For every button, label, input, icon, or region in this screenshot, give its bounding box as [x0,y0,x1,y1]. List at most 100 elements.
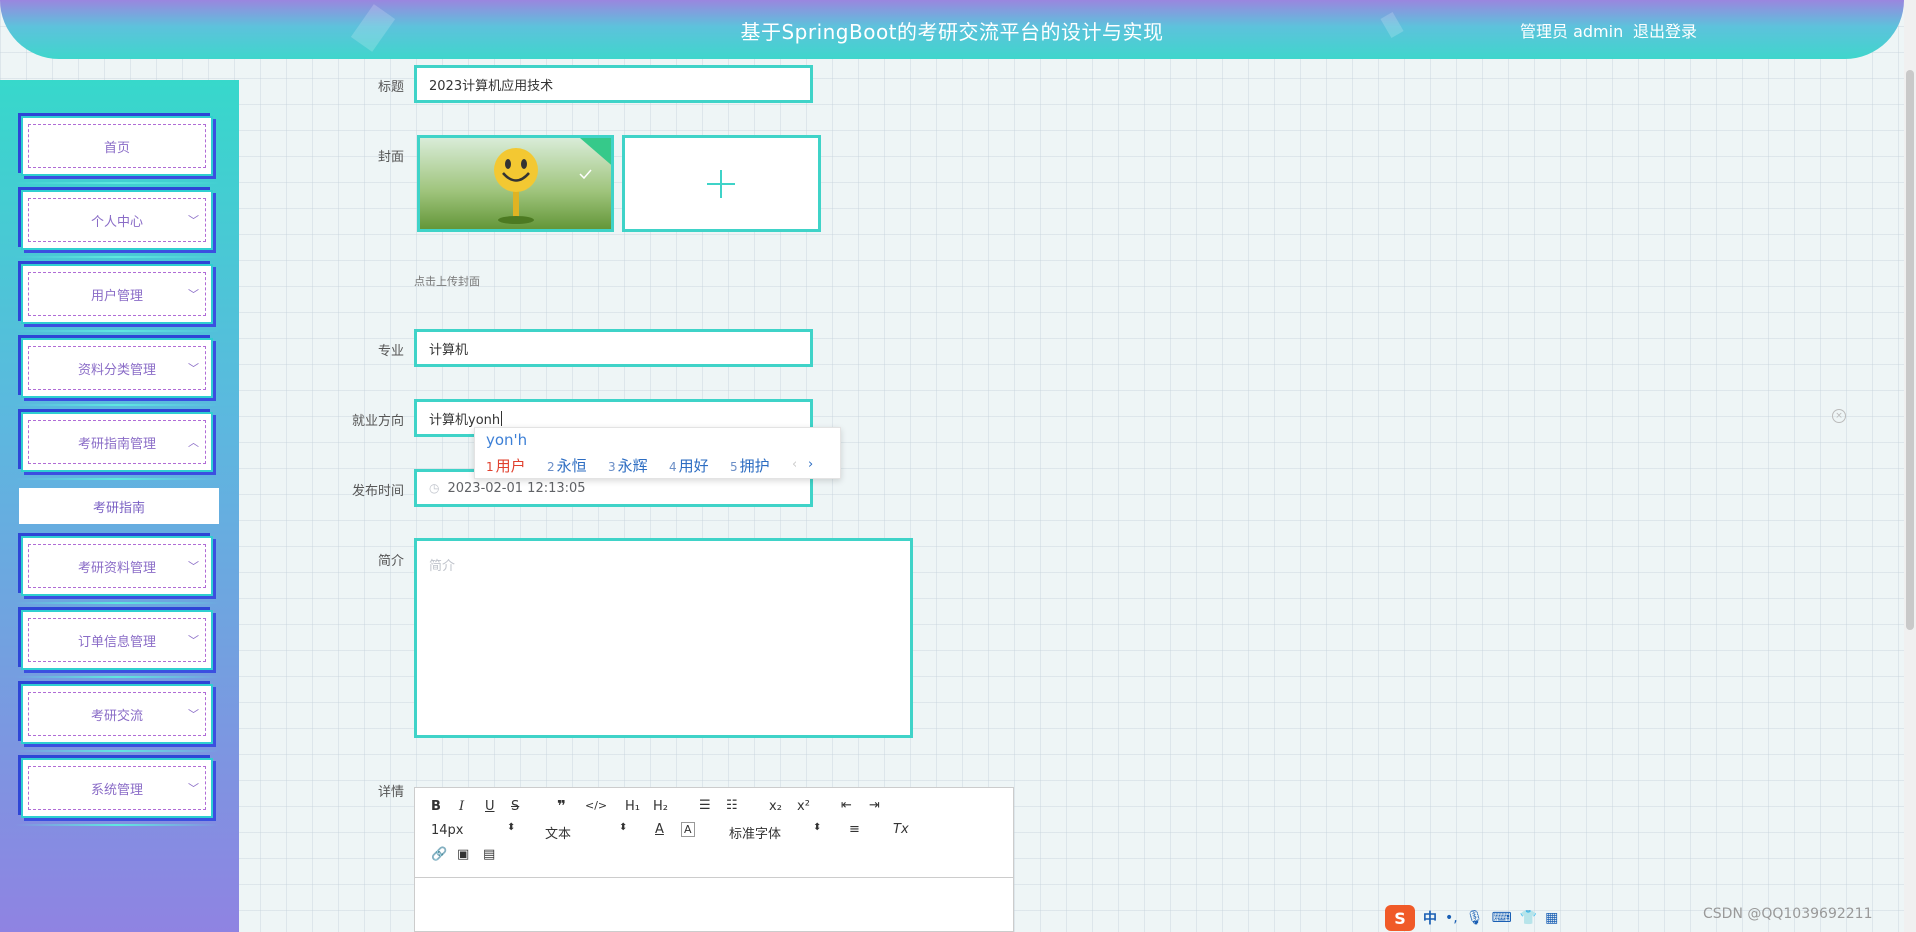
rich-text-editor[interactable]: B I U S ❞ </> H₁ H₂ ☰ ☷ x₂ x² ⇤ ⇥ 14px ⬍… [414,787,1014,932]
direction-label: 就业方向 [351,414,404,429]
publish-label: 发布时间 [351,484,404,499]
upload-hint: 点击上传封面 [414,275,480,288]
detail-label: 详情 [377,785,404,800]
sidebar-item-users[interactable]: 用户管理 ﹀ [15,264,219,332]
menu-divider [15,750,219,752]
text-cursor [501,410,503,426]
indent-icon[interactable]: ⇥ [869,798,880,813]
bullet-list-icon[interactable]: ☷ [726,798,738,813]
menu-divider [15,602,219,604]
menu-divider [15,330,219,332]
heading2-icon[interactable]: H₂ [653,799,668,814]
ime-candidate[interactable]: 1 用户 [486,455,526,476]
sidebar-item-label: 首页 [103,140,130,156]
menu-divider [15,182,219,184]
sidebar-item-label: 资料分类管理 [77,362,156,378]
clock-icon: ◷ [429,481,440,495]
punctuation-icon[interactable]: •, [1445,910,1458,926]
skin-icon[interactable]: 👕 [1520,910,1537,926]
current-user: 管理员 admin [1520,22,1624,41]
menu-divider [15,824,219,826]
intro-textarea[interactable]: 简介 [414,538,913,738]
underline-icon[interactable]: U [485,799,495,814]
ime-composition: yon'h [486,431,528,449]
paragraph-select[interactable]: 文本 [545,823,571,842]
sogou-logo[interactable]: S [1385,905,1415,931]
logout-link[interactable]: 退出登录 [1633,18,1697,42]
ime-candidate[interactable]: 4 用好 [669,455,709,476]
grid-icon[interactable]: ▦ [1545,910,1558,926]
bold-icon[interactable]: B [431,799,441,814]
clear-format-icon[interactable]: Tx [893,822,909,837]
ime-candidate[interactable]: 5 拥护 [730,455,770,476]
italic-icon[interactable]: I [459,799,464,814]
submenu-item-guide[interactable]: 考研指南 [19,488,219,524]
font-color-icon[interactable]: A [655,822,664,837]
outdent-icon[interactable]: ⇤ [841,798,852,813]
upload-button[interactable] [622,135,821,232]
sidebar-item-home[interactable]: 首页 [15,116,219,184]
ime-candidate-popup: yon'h 1 用户 2 永恒 3 永辉 4 用好 5 拥护 ‹ › [474,427,841,479]
ime-candidate[interactable]: 3 永辉 [608,455,648,476]
intro-label: 简介 [377,554,404,569]
major-label: 专业 [377,344,404,359]
keyboard-icon[interactable]: ⌨ [1492,910,1512,926]
cover-label: 封面 [377,150,404,165]
code-icon[interactable]: </> [585,799,607,812]
chevron-down-icon: ﹀ [188,362,199,375]
quote-icon[interactable]: ❞ [557,797,566,815]
editor-toolbar: B I U S ❞ </> H₁ H₂ ☰ ☷ x₂ x² ⇤ ⇥ 14px ⬍… [415,788,1013,878]
cover-image-graphic [420,138,611,229]
chevron-updown-icon: ⬍ [813,822,822,833]
video-icon[interactable]: ▤ [483,847,495,862]
ordered-list-icon[interactable]: ☰ [699,798,711,813]
background-color-icon[interactable]: A [681,822,695,837]
menu-divider [15,256,219,258]
ime-toolbar: S 中 •, 🎙 ⌨ 👕 ▦ [1385,905,1558,931]
watermark: CSDN @QQ1039692211 [1703,906,1873,922]
heading1-icon[interactable]: H₁ [625,799,640,814]
sidebar-item-orders[interactable]: 订单信息管理 ﹀ [15,610,219,678]
scrollbar[interactable] [1904,0,1916,932]
align-icon[interactable]: ≡ [849,822,860,837]
header-bar: 基于SpringBoot的考研交流平台的设计与实现 管理员 admin 退出登录 [0,0,1904,59]
menu-divider [15,478,219,480]
major-input[interactable]: 计算机 [414,329,813,367]
title-input[interactable]: 2023计算机应用技术 [414,65,813,103]
strikethrough-icon[interactable]: S [511,799,519,814]
chevron-down-icon: ﹀ [188,782,199,795]
sidebar-item-materials[interactable]: 考研资料管理 ﹀ [15,536,219,604]
link-icon[interactable]: 🔗 [431,847,447,862]
chevron-left-icon[interactable]: ‹ [792,457,797,472]
scrollbar-thumb[interactable] [1906,70,1914,630]
close-circle-icon[interactable]: × [1832,409,1846,423]
plus-icon [707,170,735,198]
chevron-right-icon[interactable]: › [808,457,813,472]
publish-time-value: 2023-02-01 12:13:05 [447,480,586,496]
title-label: 标题 [377,80,404,95]
sidebar-item-forum[interactable]: 考研交流 ﹀ [15,684,219,752]
sidebar-item-categories[interactable]: 资料分类管理 ﹀ [15,338,219,406]
ime-candidate[interactable]: 2 永恒 [547,455,587,476]
superscript-icon[interactable]: x² [797,799,810,814]
chevron-down-icon: ﹀ [188,708,199,721]
sidebar-item-profile[interactable]: 个人中心 ﹀ [15,190,219,258]
chevron-down-icon: ﹀ [188,634,199,647]
menu-divider [15,404,219,406]
chevron-down-icon: ﹀ [188,214,199,227]
chevron-down-icon: ﹀ [188,560,199,573]
subscript-icon[interactable]: x₂ [769,799,782,814]
sidebar-item-label: 订单信息管理 [77,634,156,650]
sidebar-item-guides[interactable]: 考研指南管理 ︿ [15,412,219,480]
ime-mode[interactable]: 中 [1423,908,1437,928]
direction-input-value: 计算机yonh [429,412,501,428]
microphone-icon[interactable]: 🎙 [1466,910,1484,926]
menu-divider [15,676,219,678]
font-family-select[interactable]: 标准字体 [729,823,781,842]
image-icon[interactable]: ▣ [457,847,469,862]
chevron-updown-icon: ⬍ [619,822,628,833]
sidebar-item-system[interactable]: 系统管理 ﹀ [15,758,219,826]
cover-image[interactable] [417,135,614,232]
font-size-select[interactable]: 14px [431,823,464,838]
chevron-up-icon: ︿ [188,436,199,449]
